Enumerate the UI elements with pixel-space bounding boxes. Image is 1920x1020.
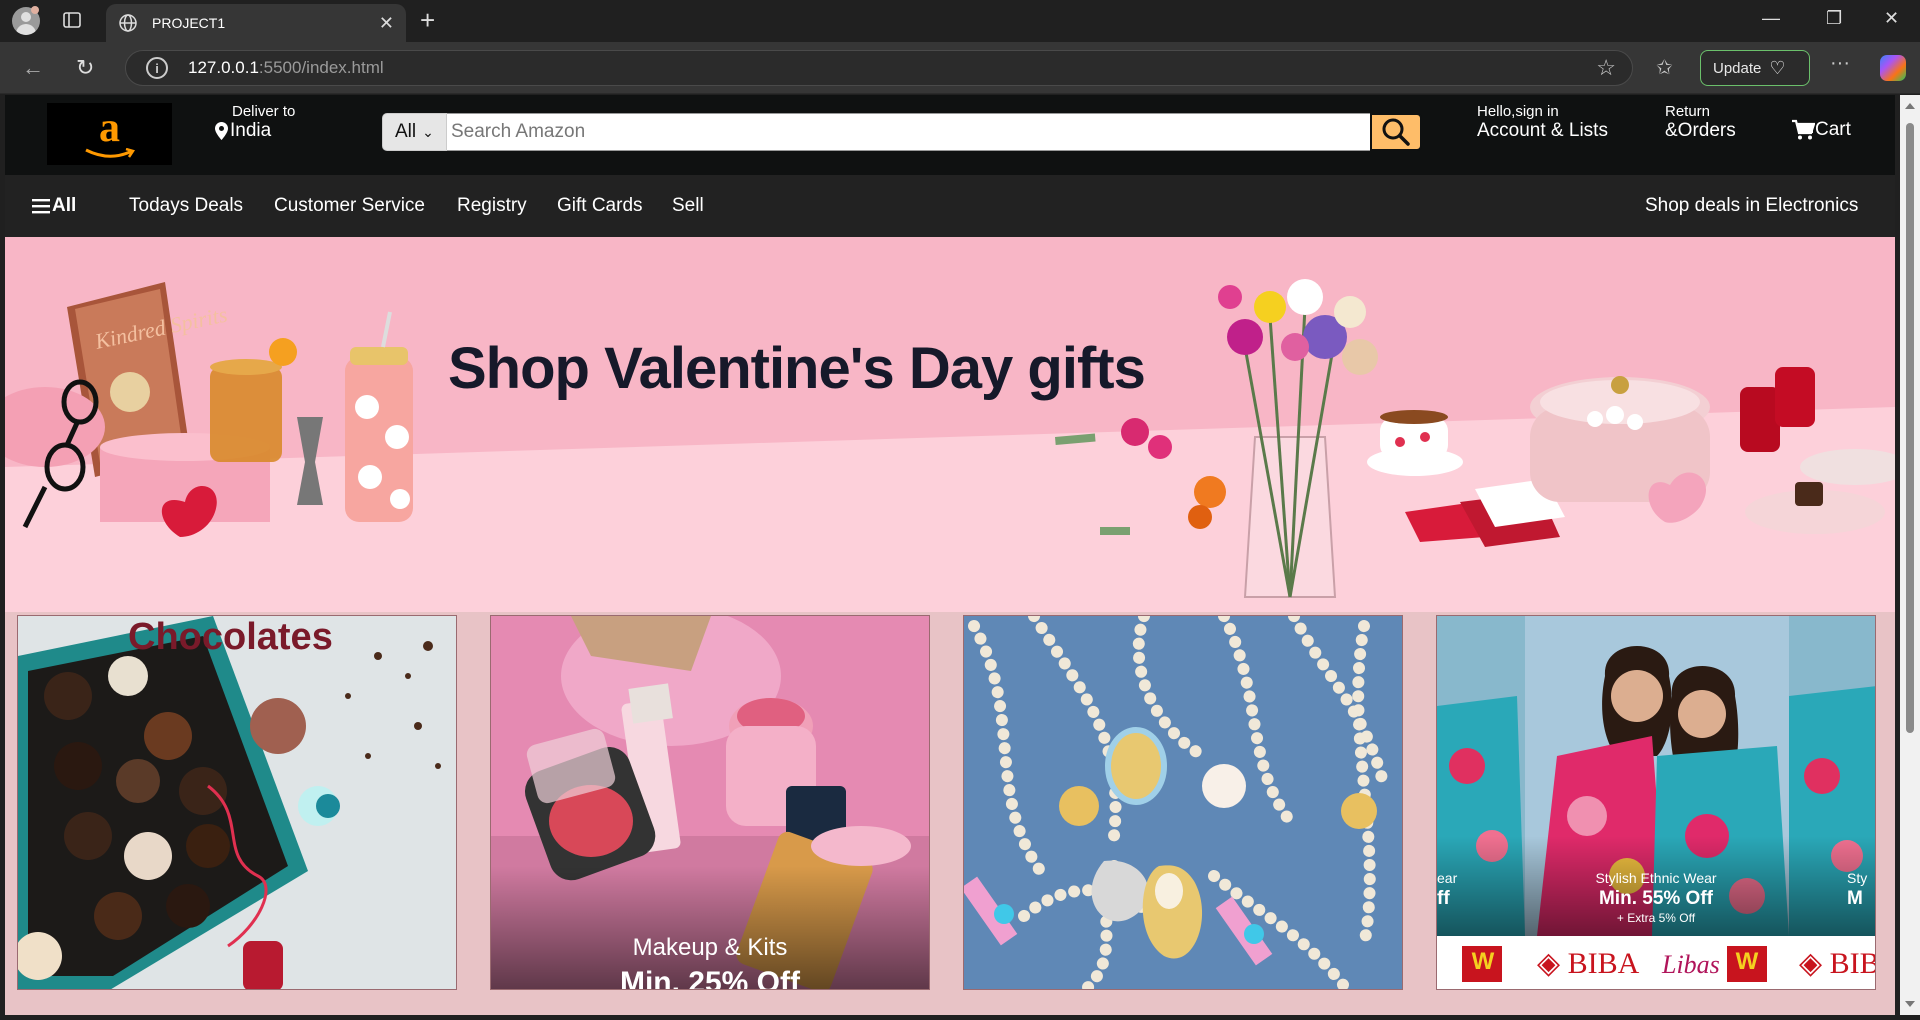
returns-orders[interactable]: Return &Orders [1665, 103, 1736, 142]
account-label: Account & Lists [1477, 120, 1608, 141]
page-scrollbar[interactable] [1900, 95, 1920, 1015]
account-greeting: Hello,sign in [1477, 103, 1559, 120]
close-tab-icon[interactable]: ✕ [379, 13, 394, 34]
smile-arrow-icon [84, 148, 135, 158]
cart-button[interactable]: Cart [1791, 119, 1851, 141]
card-caption-makeup: Makeup & Kits [632, 934, 788, 961]
brand-w-logo-2: W [1735, 948, 1759, 975]
card-partial-right-big: M [1847, 888, 1863, 909]
nav-item-customer-service[interactable]: Customer Service [274, 195, 425, 217]
new-tab-icon[interactable]: + [420, 7, 435, 33]
restore-icon[interactable]: ❐ [1826, 8, 1842, 29]
search-icon [1382, 118, 1410, 146]
search-bar: All ⌄ Search Amazon [382, 113, 1422, 151]
browser-toolbar: ← ↻ i 127.0.0.1:5500/index.html ☆ ✩ Upda… [0, 42, 1920, 94]
tab-title: PROJECT1 [152, 15, 226, 31]
reload-icon[interactable]: ↻ [76, 55, 94, 81]
deliver-location: India [230, 120, 272, 141]
url-host: 127.0.0.1 [188, 58, 259, 77]
update-button[interactable]: Update ♡ [1700, 50, 1810, 86]
nav-item-sell[interactable]: Sell [672, 195, 704, 217]
orders-label: &Orders [1665, 120, 1736, 141]
account-lists[interactable]: Hello,sign in Account & Lists [1477, 103, 1608, 142]
category-cards: Chocolates Makeup & Kits Min. 25% Off St… [17, 615, 1895, 990]
card-caption-big: Min. 55% Off [1598, 888, 1713, 909]
browser-tab[interactable]: PROJECT1 ✕ [106, 4, 406, 42]
returns-label: Return [1665, 103, 1711, 120]
card-jewelry[interactable] [963, 615, 1403, 990]
card-caption-extra: + Extra 5% Off [1616, 911, 1696, 925]
nav-item-registry[interactable]: Registry [457, 195, 527, 217]
brand-biba-logo: ◈ BIBA [1537, 947, 1640, 980]
nav-all-label: All [52, 195, 77, 216]
nav-electronics-deals[interactable]: Shop deals in Electronics [1645, 195, 1858, 217]
health-heart-icon: ♡ [1769, 57, 1786, 78]
globe-icon [119, 14, 137, 32]
more-options-icon[interactable]: ··· [1830, 52, 1850, 75]
minimize-icon[interactable]: — [1762, 8, 1780, 29]
search-button[interactable] [1370, 113, 1422, 151]
window-close-icon[interactable]: ✕ [1884, 8, 1899, 29]
profile-status-dot [31, 6, 39, 14]
card-partial-left-small: ear [1437, 870, 1458, 886]
copilot-icon[interactable] [1880, 55, 1906, 81]
chevron-down-icon: ⌄ [422, 123, 434, 140]
location-pin-icon [215, 122, 228, 140]
logo-letter: a [99, 105, 120, 151]
brand-biba-text: BIBA [1567, 947, 1640, 980]
site-info-icon[interactable]: i [146, 57, 168, 79]
card-title-chocolates: Chocolates [128, 616, 333, 658]
address-bar[interactable]: i 127.0.0.1:5500/index.html ☆ [125, 50, 1633, 86]
search-input[interactable]: Search Amazon [447, 113, 1370, 151]
scroll-up-icon[interactable] [1905, 103, 1915, 109]
brand-libas-logo: Libas [1662, 950, 1720, 979]
brand-w-logo: W [1471, 948, 1495, 975]
browser-tab-strip: PROJECT1 ✕ + — ❐ ✕ [0, 0, 1920, 42]
hero-banner[interactable]: Kindred Spirits Shop Valentine's Day gif… [5, 237, 1895, 612]
deliver-to[interactable]: Deliver to India [215, 103, 295, 142]
update-label: Update [1713, 59, 1762, 77]
cart-label: Cart [1815, 119, 1851, 140]
search-category-select[interactable]: All ⌄ [382, 113, 447, 151]
amazon-logo[interactable]: a [47, 103, 172, 165]
card-subcaption-makeup: Min. 25% Off [619, 966, 800, 990]
nav-item-gift-cards[interactable]: Gift Cards [557, 195, 643, 217]
nav-item-todays-deals[interactable]: Todays Deals [129, 195, 243, 217]
hero-headline: Shop Valentine's Day gifts [448, 336, 1146, 401]
hamburger-icon [32, 198, 50, 214]
cart-icon [1792, 119, 1815, 140]
web-page: a Deliver to India All ⌄ Search Amazon H… [5, 95, 1895, 1015]
card-partial-right-small: Sty [1847, 870, 1868, 886]
scrollbar-thumb[interactable] [1906, 123, 1914, 733]
card-caption-small: Stylish Ethnic Wear [1595, 870, 1717, 886]
amazon-nav: All Todays Deals Customer Service Regist… [5, 175, 1895, 237]
card-makeup[interactable]: Makeup & Kits Min. 25% Off [490, 615, 930, 990]
hero-illustration: Kindred Spirits [5, 279, 1895, 612]
url-path: :5500/index.html [258, 58, 384, 77]
card-chocolates[interactable]: Chocolates [17, 615, 457, 990]
brand-biba-partial-text: BIB [1829, 947, 1876, 980]
amazon-header: a Deliver to India All ⌄ Search Amazon H… [5, 95, 1895, 175]
search-category-value: All [395, 121, 417, 142]
nav-all-menu[interactable]: All [32, 195, 76, 217]
card-partial-left-big: ff [1437, 888, 1450, 909]
card-ethnic-wear[interactable]: Stylish Ethnic Wear Min. 55% Off + Extra… [1436, 615, 1876, 990]
brand-biba-logo-2: ◈ BIB [1799, 946, 1876, 981]
favorites-icon[interactable]: ✩ [1656, 55, 1673, 80]
deliver-label: Deliver to [232, 103, 296, 120]
scroll-down-icon[interactable] [1905, 1001, 1915, 1007]
tab-actions-icon[interactable] [62, 10, 86, 32]
back-arrow-icon[interactable]: ← [22, 55, 44, 81]
jewelry-image [964, 616, 1402, 989]
favorite-star-icon[interactable]: ☆ [1596, 55, 1616, 81]
chocolates-image [18, 616, 456, 989]
ethnic-wear-image [1437, 616, 1875, 989]
